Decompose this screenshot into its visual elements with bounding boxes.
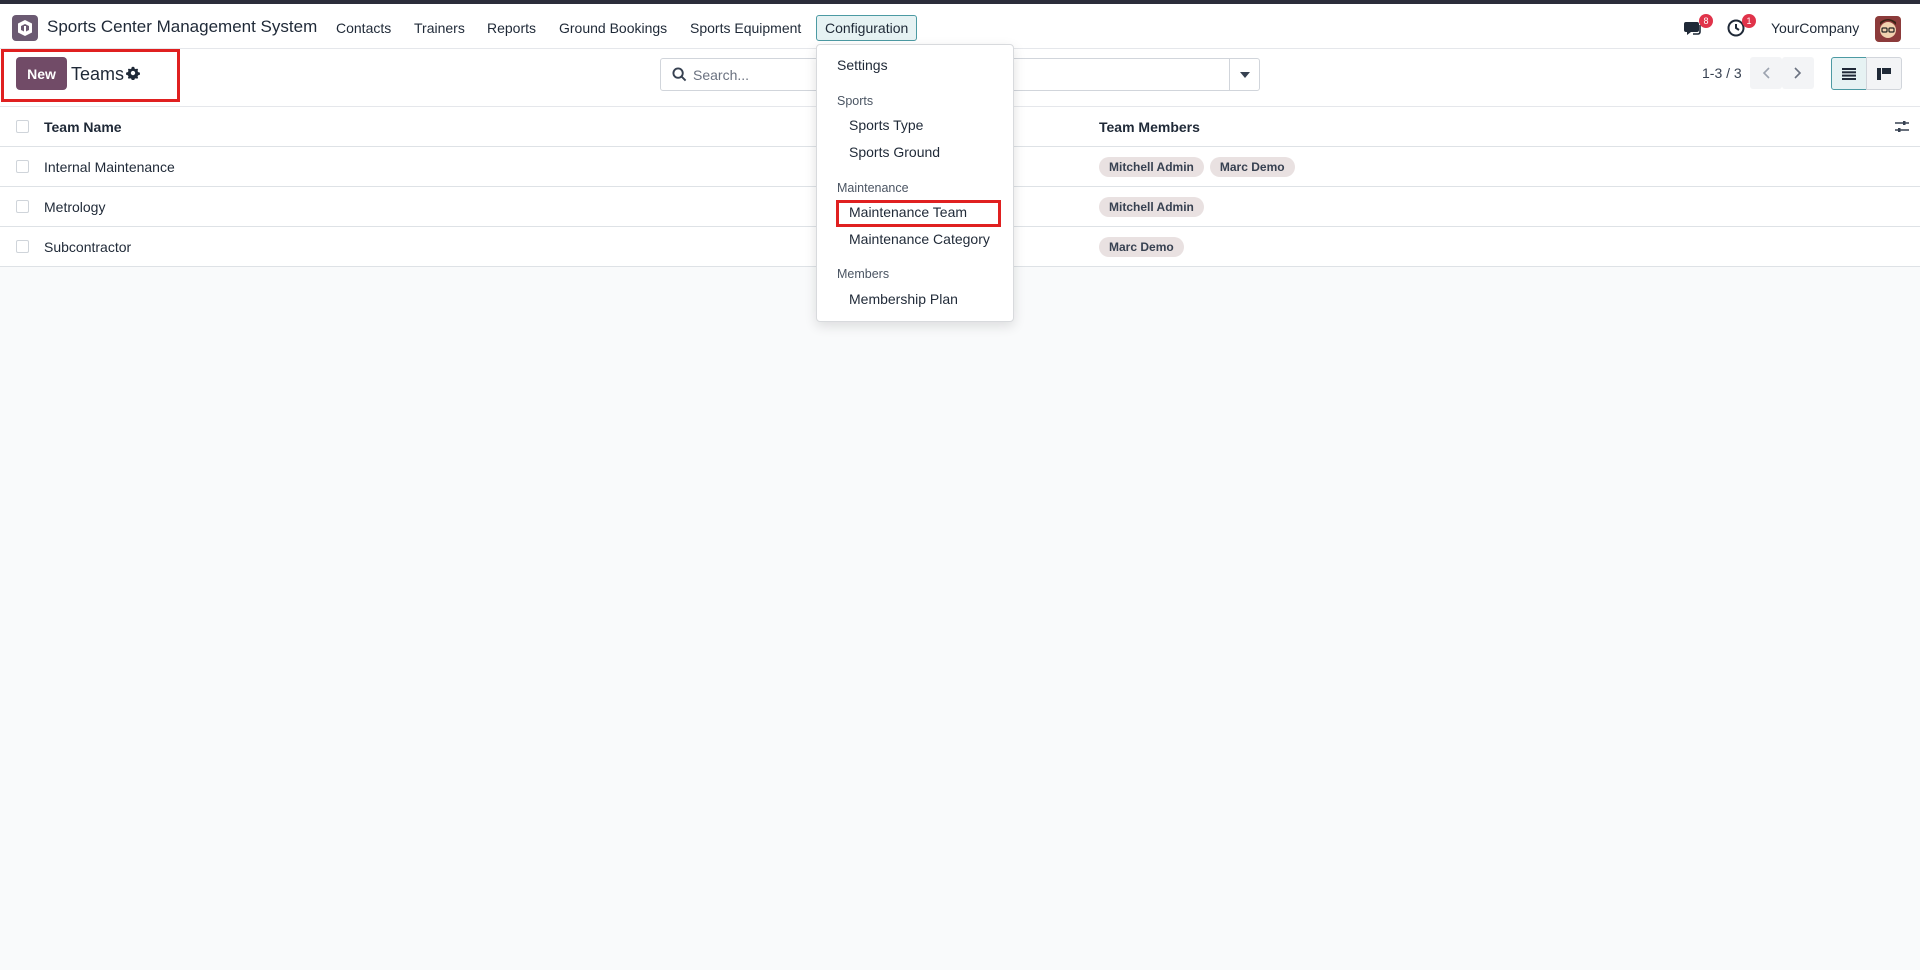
menu-item-settings[interactable]: Settings bbox=[817, 52, 1013, 78]
row-checkbox[interactable] bbox=[16, 240, 29, 253]
menu-trainers[interactable]: Trainers bbox=[406, 15, 473, 41]
menu-item-maintenance-category[interactable]: Maintenance Category bbox=[817, 226, 1013, 252]
team-name-cell[interactable]: Metrology bbox=[44, 199, 105, 215]
column-header-team-name[interactable]: Team Name bbox=[44, 119, 122, 135]
team-name-cell[interactable]: Subcontractor bbox=[44, 239, 131, 255]
column-header-team-members[interactable]: Team Members bbox=[1099, 119, 1200, 135]
kanban-icon bbox=[1877, 67, 1891, 80]
app-home-icon[interactable] bbox=[12, 15, 38, 41]
top-navbar: Sports Center Management System Contacts… bbox=[0, 4, 1920, 49]
menu-ground-bookings[interactable]: Ground Bookings bbox=[551, 15, 675, 41]
search-options-toggle[interactable] bbox=[1229, 59, 1259, 90]
menu-contacts[interactable]: Contacts bbox=[328, 15, 399, 41]
menu-item-sports-type[interactable]: Sports Type bbox=[817, 112, 1013, 138]
configuration-dropdown: Settings Sports Sports Type Sports Groun… bbox=[816, 44, 1014, 322]
company-switcher[interactable]: YourCompany bbox=[1771, 20, 1859, 36]
pager-previous-button[interactable] bbox=[1750, 57, 1782, 89]
member-tag: Mitchell Admin bbox=[1099, 157, 1204, 177]
team-members-cell[interactable]: Marc Demo bbox=[1099, 237, 1184, 257]
row-checkbox[interactable] bbox=[16, 200, 29, 213]
messages-count-badge: 8 bbox=[1699, 14, 1713, 28]
chevron-right-icon bbox=[1794, 67, 1802, 79]
activities-button[interactable]: 1 bbox=[1726, 14, 1756, 40]
highlight-maintenance-team bbox=[836, 200, 1001, 227]
menu-item-membership-plan[interactable]: Membership Plan bbox=[817, 286, 1013, 312]
list-view-button[interactable] bbox=[1831, 57, 1867, 90]
list-icon bbox=[1842, 67, 1856, 80]
menu-reports[interactable]: Reports bbox=[479, 15, 544, 41]
team-name-cell[interactable]: Internal Maintenance bbox=[44, 159, 175, 175]
menu-item-sports-ground[interactable]: Sports Ground bbox=[817, 139, 1013, 165]
section-header-members: Members bbox=[837, 267, 890, 281]
pager-value[interactable]: 1-3 / 3 bbox=[1702, 65, 1742, 81]
row-checkbox[interactable] bbox=[16, 160, 29, 173]
search-icon bbox=[672, 67, 687, 82]
member-tag: Marc Demo bbox=[1099, 237, 1184, 257]
pager-next-button[interactable] bbox=[1782, 57, 1814, 89]
team-members-cell[interactable]: Mitchell Admin Marc Demo bbox=[1099, 157, 1295, 177]
menu-sports-equipment[interactable]: Sports Equipment bbox=[682, 15, 809, 41]
activities-count-badge: 1 bbox=[1742, 14, 1756, 28]
user-avatar[interactable] bbox=[1875, 16, 1901, 42]
member-tag: Mitchell Admin bbox=[1099, 197, 1204, 217]
menu-configuration[interactable]: Configuration bbox=[816, 15, 918, 41]
caret-down-icon bbox=[1239, 71, 1250, 78]
member-tag: Marc Demo bbox=[1209, 157, 1295, 177]
select-all-checkbox[interactable] bbox=[16, 120, 29, 133]
app-name[interactable]: Sports Center Management System bbox=[47, 17, 317, 37]
messages-button[interactable]: 8 bbox=[1683, 14, 1713, 40]
team-members-cell[interactable]: Mitchell Admin bbox=[1099, 197, 1204, 217]
optional-columns-icon[interactable] bbox=[1894, 119, 1910, 135]
section-header-sports: Sports bbox=[837, 94, 874, 108]
chevron-left-icon bbox=[1762, 67, 1770, 79]
section-header-maintenance: Maintenance bbox=[837, 181, 909, 195]
highlight-new-teams bbox=[1, 49, 180, 102]
kanban-view-button[interactable] bbox=[1866, 57, 1902, 90]
